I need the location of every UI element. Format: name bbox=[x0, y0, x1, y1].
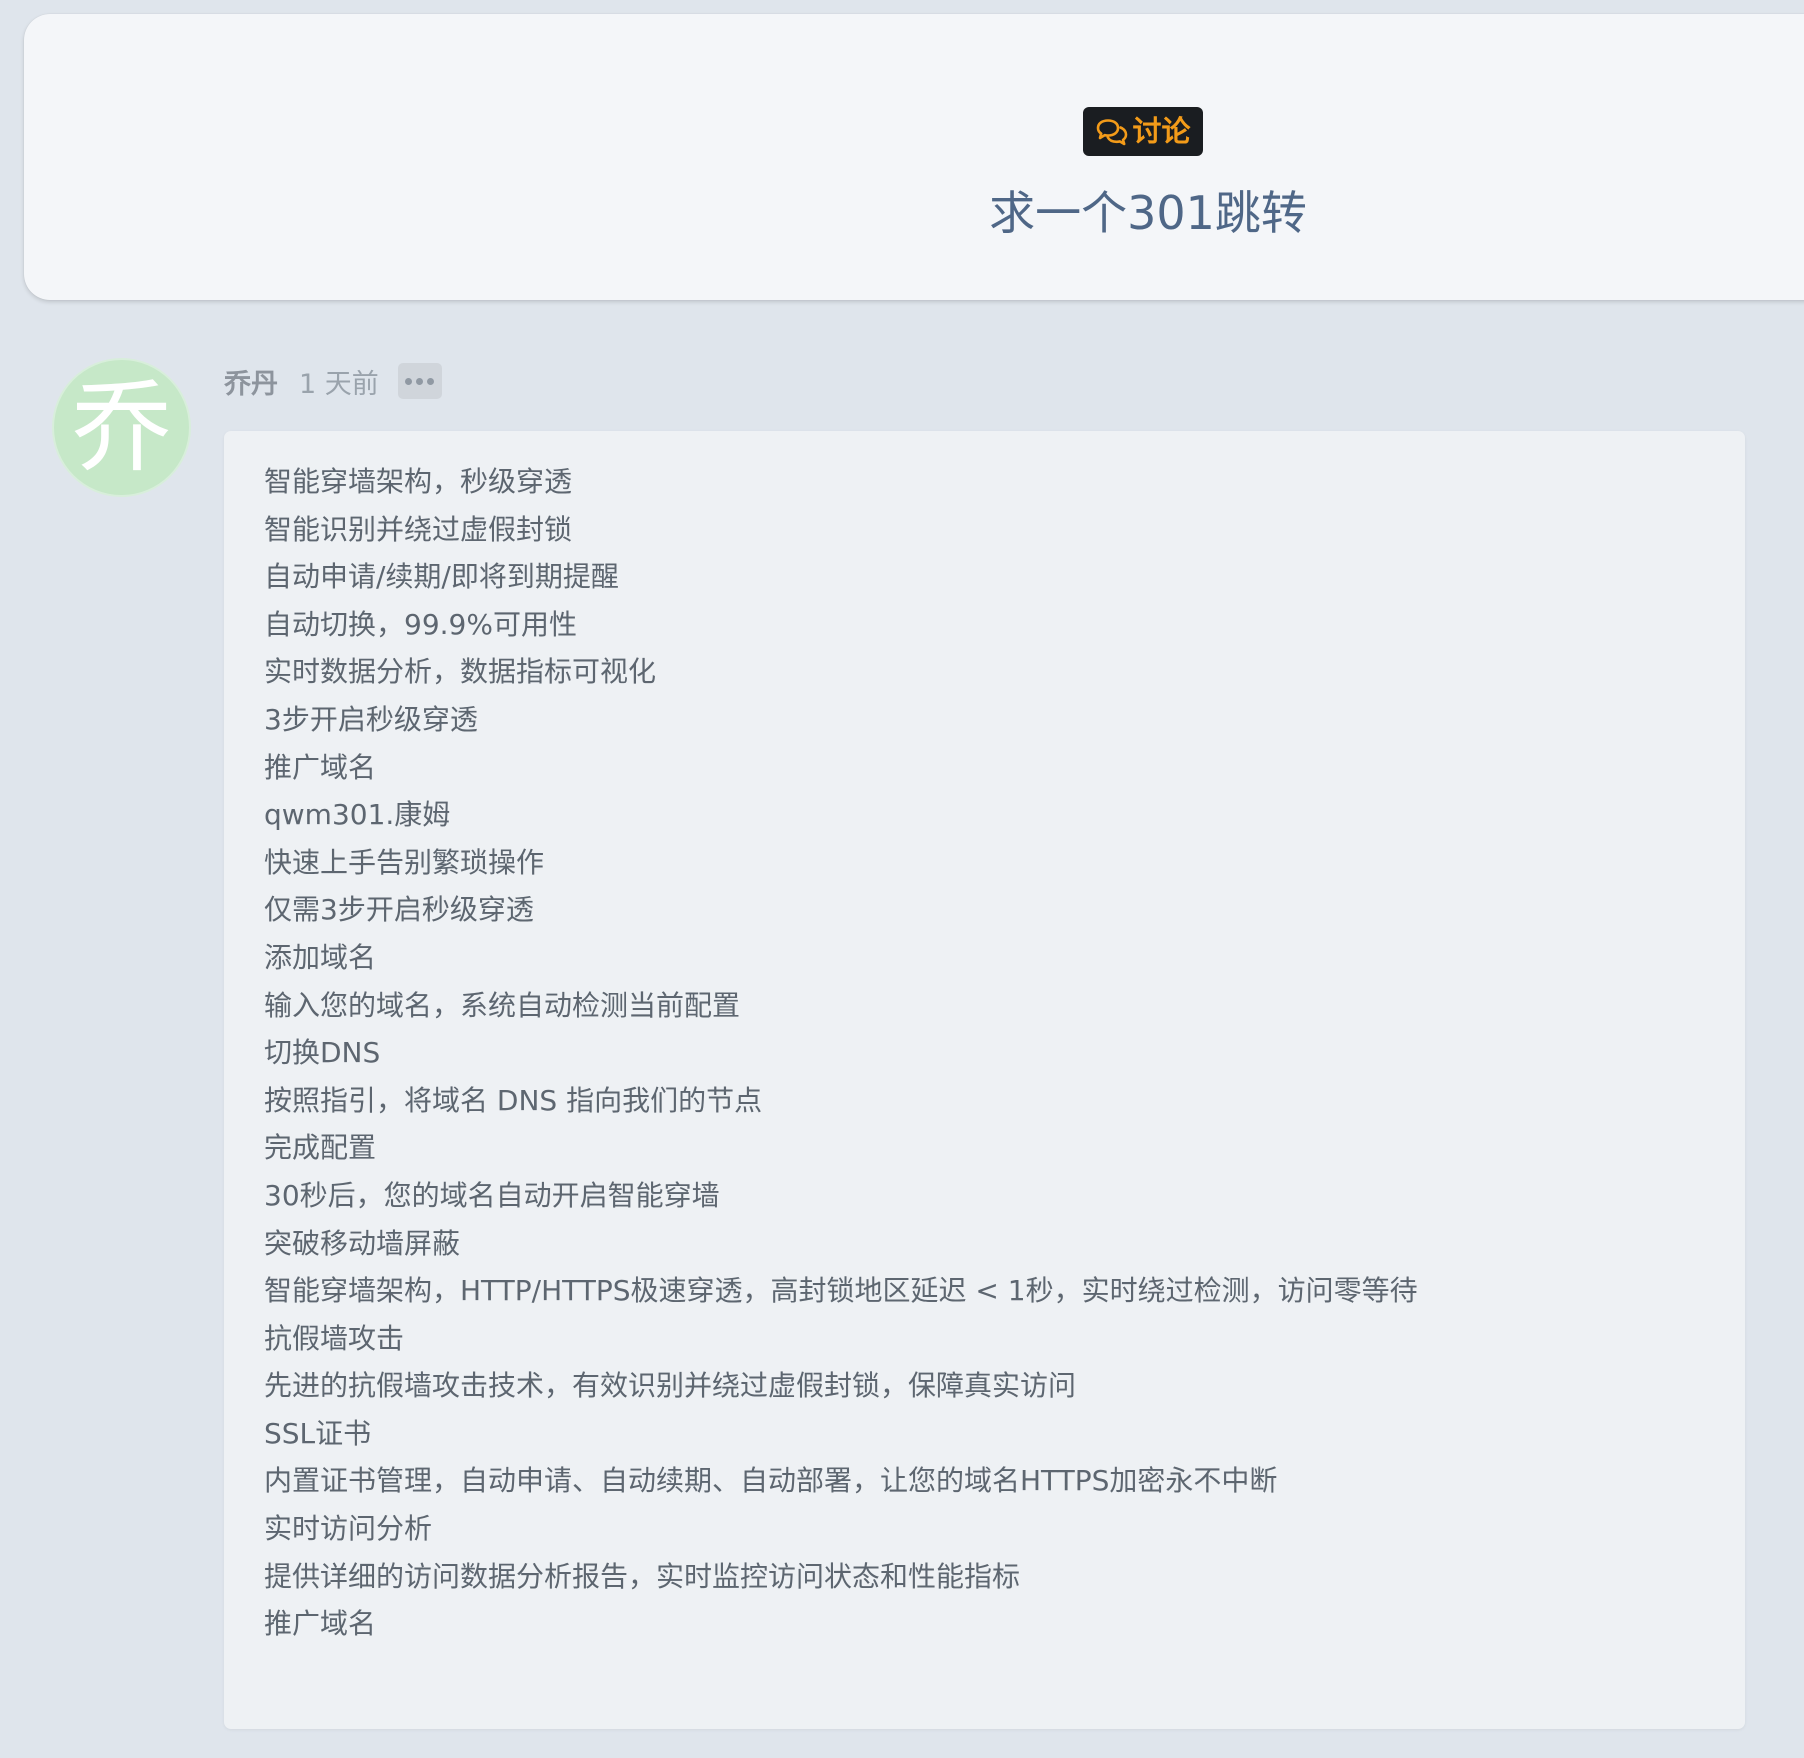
chat-bubbles-icon bbox=[1097, 118, 1128, 145]
post-line: 仅需3步开启秒级穿透 bbox=[264, 893, 534, 927]
post-line: 添加域名 bbox=[264, 940, 377, 974]
post-line: 突破移动墙屏蔽 bbox=[264, 1226, 461, 1260]
post-line: 提供详细的访问数据分析报告，实时监控访问状态和性能指标 bbox=[264, 1559, 1021, 1593]
post-line: 快速上手告别繁琐操作 bbox=[264, 845, 545, 879]
post-body: 智能穿墙架构，秒级穿透 智能识别并绕过虚假封锁 自动申请/续期/即将到期提醒 自… bbox=[224, 431, 1745, 1729]
more-options-button[interactable] bbox=[397, 363, 442, 399]
post-line: 自动申请/续期/即将到期提醒 bbox=[264, 560, 619, 594]
post-line: 按照指引，将域名 DNS 指向我们的节点 bbox=[264, 1083, 763, 1117]
post-line: 完成配置 bbox=[264, 1131, 377, 1165]
page-title: 求一个301跳转 bbox=[989, 186, 1307, 240]
post-line: 自动切换，99.9%可用性 bbox=[264, 607, 577, 641]
ellipsis-icon bbox=[405, 377, 413, 385]
post-line: 3步开启秒级穿透 bbox=[264, 702, 478, 736]
discussion-header: 讨论 求一个301跳转 bbox=[24, 14, 1804, 300]
post-line: 先进的抗假墙攻击技术，有效识别并绕过虚假封锁，保障真实访问 bbox=[264, 1369, 1077, 1403]
post-line: 推广域名 bbox=[264, 750, 377, 784]
post-line: 智能穿墙架构，秒级穿透 bbox=[264, 465, 573, 498]
post-line: SSL证书 bbox=[264, 1416, 372, 1450]
avatar[interactable]: 乔 bbox=[54, 360, 189, 495]
username[interactable]: 乔丹 bbox=[224, 362, 278, 401]
post-line: 30秒后，您的域名自动开启智能穿墙 bbox=[264, 1178, 720, 1212]
post-meta: 乔丹 1 天前 bbox=[224, 361, 442, 401]
post-line: 切换DNS bbox=[264, 1036, 381, 1070]
post-line: 智能识别并绕过虚假封锁 bbox=[264, 512, 573, 546]
post-line: 实时访问分析 bbox=[264, 1512, 433, 1546]
post-line: 输入您的域名，系统自动检测当前配置 bbox=[264, 988, 741, 1022]
post-line: 内置证书管理，自动申请、自动续期、自动部署，让您的域名HTTPS加密永不中断 bbox=[264, 1464, 1278, 1498]
post-line: 推广域名 bbox=[264, 1607, 377, 1641]
post-line: 实时数据分析，数据指标可视化 bbox=[264, 655, 657, 689]
post-time[interactable]: 1 天前 bbox=[299, 362, 379, 401]
post-line: 智能穿墙架构，HTTP/HTTPS极速穿透，高封锁地区延迟 < 1秒，实时绕过检… bbox=[264, 1274, 1418, 1308]
post-line: qwm301.康姆 bbox=[264, 798, 451, 832]
tag-label: 讨论 bbox=[1132, 114, 1191, 148]
post-line: 抗假墙攻击 bbox=[264, 1321, 405, 1355]
discussion-tag[interactable]: 讨论 bbox=[1083, 107, 1203, 156]
